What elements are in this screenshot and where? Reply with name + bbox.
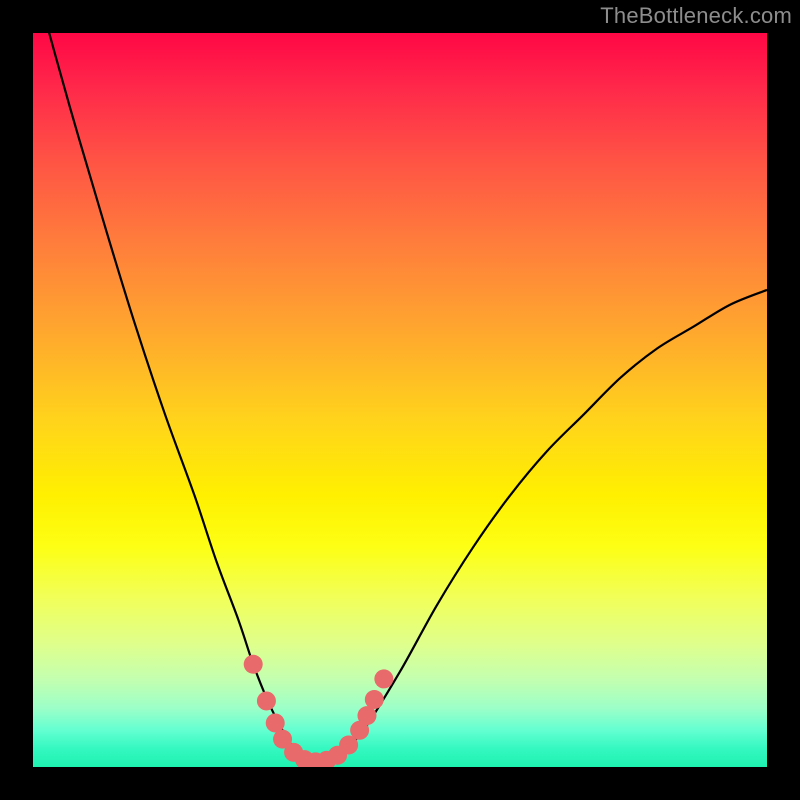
- bottleneck-curve: [33, 33, 767, 761]
- data-marker: [266, 713, 285, 732]
- data-marker: [365, 690, 384, 709]
- data-marker: [374, 669, 393, 688]
- data-marker: [244, 655, 263, 674]
- chart-frame: TheBottleneck.com: [0, 0, 800, 800]
- data-marker: [257, 691, 276, 710]
- watermark-text: TheBottleneck.com: [600, 3, 792, 29]
- data-marker: [357, 706, 376, 725]
- plot-area: [33, 33, 767, 767]
- data-markers: [244, 655, 394, 767]
- chart-svg: [33, 33, 767, 767]
